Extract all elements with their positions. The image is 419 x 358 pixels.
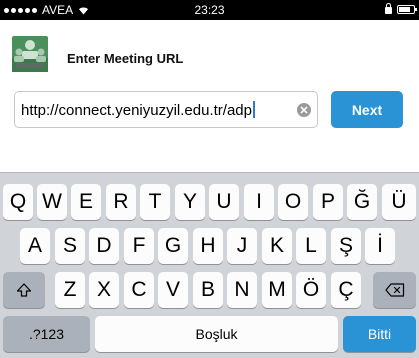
key-l[interactable]: L [296,228,326,264]
page-title: Enter Meeting URL [67,51,184,66]
lock-icon [385,3,392,14]
key-i[interactable]: I [244,184,274,220]
key-w[interactable]: W [37,184,67,220]
key-t[interactable]: T [140,184,170,220]
meeting-url-input[interactable]: http://connect.yeniyuzyil.edu.tr/adp [14,91,318,128]
key-s[interactable]: S [55,228,85,264]
key-m[interactable]: M [262,272,292,308]
status-right [385,3,417,14]
status-bar: AVEA 23:23 [0,0,419,20]
key-x[interactable]: X [89,272,119,308]
shift-key[interactable] [3,272,45,308]
key-g[interactable]: G [158,228,188,264]
key-q[interactable]: Q [3,184,33,220]
key-j[interactable]: J [227,228,257,264]
key-d[interactable]: D [89,228,119,264]
key-r[interactable]: R [106,184,136,220]
key-v[interactable]: V [158,272,188,308]
key-s-cedilla[interactable]: Ş [331,228,361,264]
battery-icon [397,4,417,14]
key-u-umlaut[interactable]: Ü [382,184,416,220]
backspace-key[interactable] [373,272,416,308]
text-caret [252,101,255,118]
key-o-umlaut[interactable]: Ö [296,272,326,308]
key-o[interactable]: O [278,184,308,220]
backspace-icon [384,283,404,297]
clear-icon[interactable] [297,103,311,117]
keyboard: Q W E R T Y U I O P Ğ Ü A S D F G H J K … [0,172,419,358]
key-y[interactable]: Y [175,184,205,220]
key-b[interactable]: B [193,272,223,308]
next-button[interactable]: Next [331,91,403,128]
key-p[interactable]: P [313,184,343,220]
key-c-cedilla[interactable]: Ç [331,272,361,308]
key-e[interactable]: E [71,184,101,220]
meeting-app-logo-icon [12,36,48,72]
shift-icon [16,283,32,297]
key-f[interactable]: F [124,228,154,264]
key-a[interactable]: A [20,228,50,264]
key-h[interactable]: H [193,228,223,264]
status-time: 23:23 [194,3,225,17]
space-key[interactable]: Boşluk [95,316,338,352]
key-z[interactable]: Z [55,272,85,308]
key-i-dotted[interactable]: İ [365,228,395,264]
key-g-breve[interactable]: Ğ [347,184,377,220]
key-k[interactable]: K [262,228,292,264]
meeting-url-value: http://connect.yeniyuzyil.edu.tr/adp [21,101,255,119]
key-n[interactable]: N [227,272,257,308]
done-key[interactable]: Bitti [343,316,416,352]
header: Enter Meeting URL [0,20,419,80]
key-c[interactable]: C [124,272,154,308]
numbers-key[interactable]: .?123 [3,316,90,352]
key-u[interactable]: U [209,184,239,220]
